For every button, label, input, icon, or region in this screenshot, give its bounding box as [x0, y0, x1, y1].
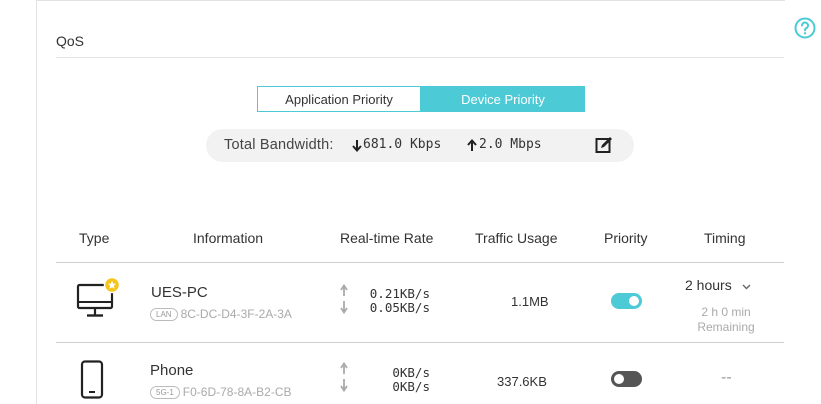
priority-tabs: Application Priority Device Priority: [257, 86, 585, 112]
bandwidth-label: Total Bandwidth:: [224, 137, 334, 153]
priority-toggle[interactable]: [611, 371, 642, 387]
timing-dropdown[interactable]: 2 hours: [685, 277, 751, 293]
mac-address: F0-6D-78-8A-B2-CB: [182, 385, 292, 399]
qos-panel: [36, 0, 785, 404]
mac-address: 8C-DC-D4-3F-2A-3A: [180, 307, 292, 321]
chevron-down-icon: [742, 284, 751, 290]
priority-toggle[interactable]: [611, 293, 642, 309]
traffic-usage: 1.1MB: [511, 294, 549, 309]
download-arrow-icon: [352, 140, 362, 152]
header-realtime-rate: Real-time Rate: [340, 230, 434, 246]
download-bandwidth: 681.0 Kbps: [363, 137, 442, 152]
smartphone-icon: [80, 360, 104, 399]
timing-value: 2 hours: [685, 277, 732, 293]
up-down-rate-icon: [340, 362, 348, 392]
realtime-rate: 0KB/s 0KB/s: [366, 366, 430, 394]
page-title: QoS: [56, 33, 85, 49]
header-divider: [56, 262, 784, 263]
header-priority: Priority: [604, 230, 648, 246]
timing-empty: --: [721, 369, 732, 386]
remaining-duration: 2 h 0 min: [701, 305, 751, 319]
download-rate: 0.05KB/s: [369, 300, 430, 315]
device-mac: LAN 8C-DC-D4-3F-2A-3A: [150, 307, 292, 321]
tab-device-priority[interactable]: Device Priority: [421, 86, 585, 112]
title-divider: [56, 57, 784, 58]
upload-rate: 0KB/s: [392, 365, 430, 380]
download-rate: 0KB/s: [392, 379, 430, 394]
device-name: Phone: [150, 362, 194, 379]
remaining-time: 2 h 0 min Remaining: [686, 305, 766, 335]
up-down-rate-icon: [340, 284, 348, 314]
row-divider: [56, 342, 784, 343]
header-information: Information: [193, 230, 264, 246]
help-icon[interactable]: [794, 17, 816, 39]
traffic-usage: 337.6KB: [497, 374, 547, 389]
realtime-rate: 0.21KB/s 0.05KB/s: [366, 287, 430, 315]
header-traffic-usage: Traffic Usage: [475, 230, 558, 246]
device-mac: 5G-1 F0-6D-78-8A-B2-CB: [150, 385, 292, 399]
tab-application-priority[interactable]: Application Priority: [257, 86, 421, 112]
connection-badge: LAN: [150, 307, 178, 321]
upload-arrow-icon: [467, 139, 477, 151]
remaining-label: Remaining: [697, 320, 755, 334]
edit-icon[interactable]: [595, 136, 613, 154]
desktop-computer-icon: [76, 277, 121, 317]
total-bandwidth-bar: Total Bandwidth: 681.0 Kbps 2.0 Mbps: [206, 129, 634, 162]
upload-bandwidth: 2.0 Mbps: [479, 137, 542, 152]
header-timing: Timing: [704, 230, 746, 246]
header-type: Type: [79, 230, 110, 246]
upload-rate: 0.21KB/s: [369, 286, 430, 301]
connection-badge: 5G-1: [150, 385, 180, 399]
device-name: UES-PC: [151, 284, 208, 301]
